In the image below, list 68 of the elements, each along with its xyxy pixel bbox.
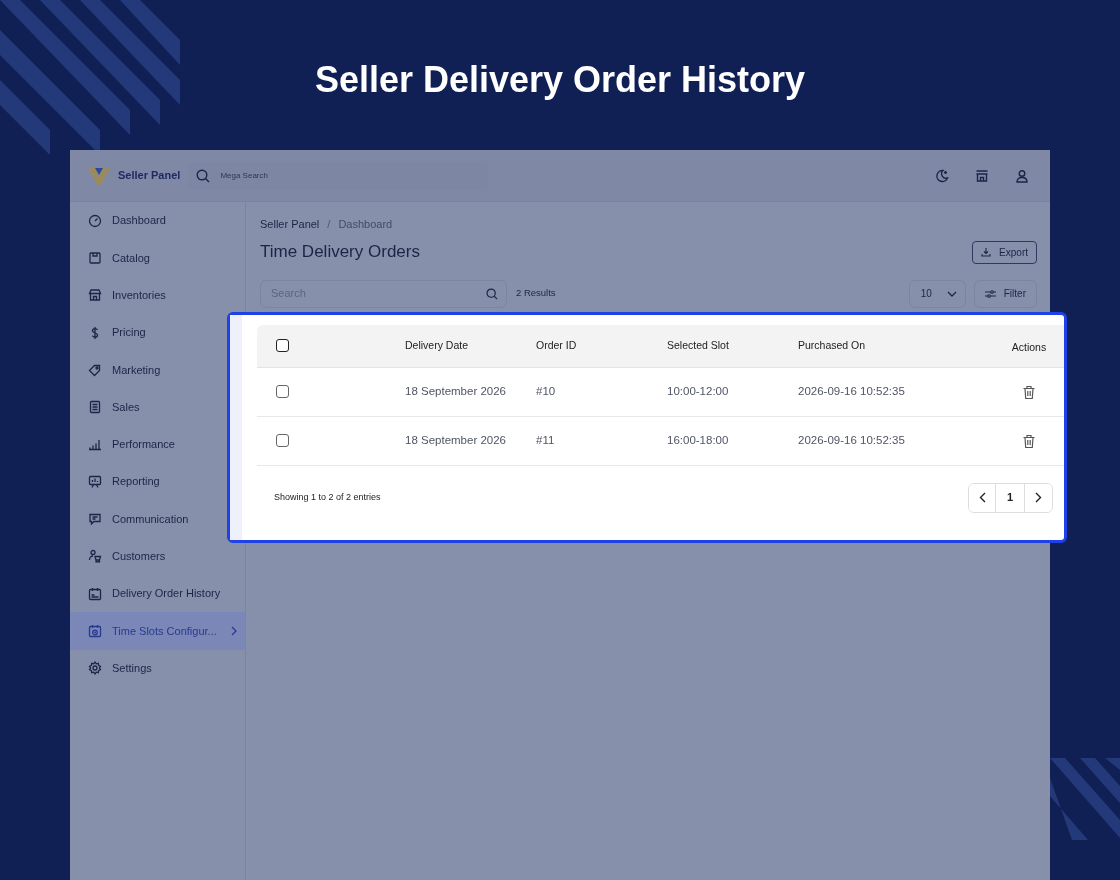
breadcrumb-separator: / <box>327 217 331 232</box>
chat-icon <box>88 512 102 526</box>
row-checkbox[interactable] <box>276 434 289 448</box>
search-field[interactable]: Mega Search <box>218 168 459 183</box>
sidebar-item[interactable]: Sales <box>70 388 144 426</box>
previous-page-button[interactable] <box>969 483 996 512</box>
sidebar-item[interactable]: Reporting <box>70 463 164 501</box>
logo-icon <box>88 165 110 186</box>
sidebar-item[interactable]: Performance <box>70 425 179 464</box>
gear-icon <box>88 661 102 676</box>
table-cell-text: 18 September 2026 <box>405 383 508 399</box>
column-header: Delivery Date <box>405 337 470 353</box>
sidebar-item[interactable]: Dashboard <box>70 202 170 240</box>
download-icon <box>981 247 992 257</box>
row-checkbox[interactable] <box>276 385 289 399</box>
table-cell-text: #10 <box>536 383 557 399</box>
column-header: Actions <box>1010 339 1048 355</box>
trash-icon <box>1022 384 1036 400</box>
customer-cart-icon <box>88 549 102 564</box>
entries-summary: Showing 1 to 2 of 2 entries <box>274 490 381 504</box>
gauge-icon <box>88 213 102 228</box>
table-cell-text: 10:00-12:00 <box>667 383 730 399</box>
column-header: Purchased On <box>798 337 867 353</box>
sidebar-item[interactable]: Pricing <box>70 313 150 352</box>
tag-icon <box>88 362 102 377</box>
page-size-dropdown[interactable]: 10 <box>908 279 966 308</box>
sidebar-item[interactable]: Catalog <box>70 239 154 277</box>
table-cell-text: 16:00-18:00 <box>667 432 730 448</box>
table-cell-text: 18 September 2026 <box>405 432 508 448</box>
sidebar-item[interactable]: Customers <box>70 537 170 575</box>
store-icon <box>975 168 989 183</box>
select-all-checkbox[interactable] <box>276 339 289 353</box>
chevron-left-icon <box>978 492 986 503</box>
moon-icon <box>935 168 949 183</box>
sliders-icon <box>984 288 996 299</box>
breadcrumb-link[interactable]: Seller Panel <box>260 216 320 233</box>
page-title: Time Delivery Orders <box>260 241 420 263</box>
search-icon <box>486 287 498 300</box>
table-cell-text: 2026-09-16 10:52:35 <box>798 383 906 399</box>
store-icon <box>88 288 102 303</box>
bar-chart-icon <box>88 437 102 452</box>
sidebar-item[interactable]: Time Slots Configur... <box>70 612 245 650</box>
page-heading: Seller Delivery Order History <box>314 60 806 100</box>
sidebar-item[interactable]: Inventories <box>70 276 170 314</box>
sidebar-item[interactable]: Delivery Order History <box>70 574 225 613</box>
sidebar-item[interactable]: Communication <box>70 500 193 538</box>
sidebar-item[interactable]: Marketing <box>70 351 165 389</box>
breadcrumb-current: Dashboard <box>338 217 393 232</box>
user-icon <box>1015 168 1029 183</box>
column-header: Order ID <box>536 337 578 353</box>
results-count: 2 Results <box>516 286 556 301</box>
document-icon <box>88 400 102 415</box>
box-icon <box>88 250 102 265</box>
table-cell-text: #11 <box>536 432 556 448</box>
search-icon <box>196 168 211 183</box>
calendar-icon <box>88 586 102 601</box>
chevron-right-icon <box>1035 492 1042 503</box>
table-cell-text: 2026-09-16 10:52:35 <box>798 432 906 448</box>
filter-button[interactable]: Filter <box>973 279 1037 308</box>
brand-name: Seller Panel <box>118 168 181 184</box>
presentation-icon <box>88 474 102 489</box>
column-header: Selected Slot <box>667 337 730 353</box>
export-button[interactable]: Export <box>972 240 1037 264</box>
chevron-down-icon <box>946 290 957 297</box>
calendar-clock-icon <box>88 623 102 638</box>
sidebar-item[interactable]: Settings <box>70 649 156 687</box>
chevron-right-icon <box>231 625 237 636</box>
trash-icon <box>1022 433 1036 449</box>
